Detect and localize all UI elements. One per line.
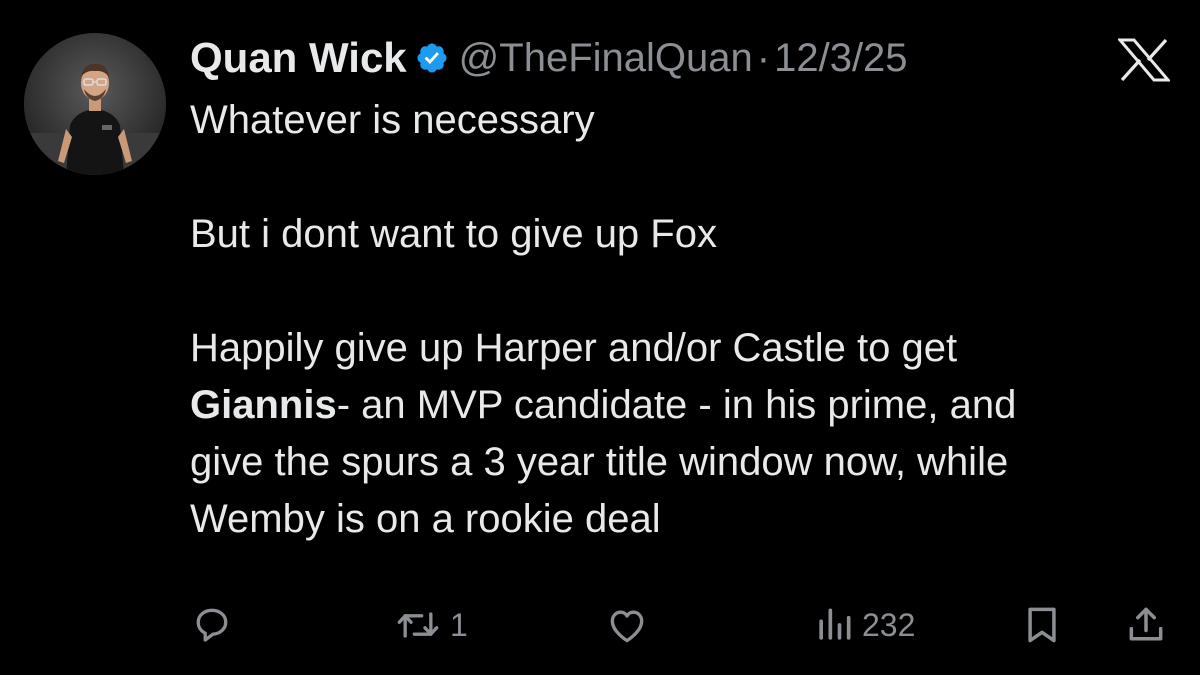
tweet-line-rest: - an MVP candidate - in his prime, and: [336, 383, 1017, 427]
views-button[interactable]: 232: [814, 600, 915, 650]
like-button[interactable]: [604, 600, 650, 650]
tweet-line: give the spurs a 3 year title window now…: [190, 440, 1009, 484]
retweet-arrows-icon: [397, 612, 439, 638]
tweet-line: Wemby is on a rookie deal: [190, 497, 661, 541]
author-name[interactable]: Quan Wick: [190, 34, 407, 82]
avatar-image: [24, 33, 166, 175]
tweet-line: But i dont want to give up Fox: [190, 212, 717, 256]
bold-mention: Giannis: [190, 383, 337, 427]
bookmark-button[interactable]: [1020, 600, 1064, 650]
upload-icon: [1129, 607, 1163, 641]
retweet-button[interactable]: 1: [394, 600, 468, 650]
bar-chart-icon: [819, 608, 851, 640]
retweet-count: 1: [450, 606, 468, 643]
speech-bubble-icon: [196, 608, 228, 642]
tweet-header: Quan Wick @TheFinalQuan · 12/3/25: [190, 30, 908, 86]
share-button[interactable]: [1124, 600, 1168, 650]
tweet-line: Whatever is necessary: [190, 98, 595, 142]
tweet-date[interactable]: 12/3/25: [774, 36, 907, 81]
x-logo-icon: [1116, 38, 1172, 82]
action-bar: 1 232: [0, 600, 1200, 650]
bookmark-icon: [1028, 607, 1056, 643]
separator-dot: ·: [756, 35, 771, 80]
tweet-line: Happily give up Harper and/or Castle to …: [190, 326, 958, 370]
reply-button[interactable]: [190, 600, 234, 650]
verified-badge-icon: [415, 41, 449, 75]
author-handle[interactable]: @TheFinalQuan: [459, 36, 753, 81]
views-count: 232: [862, 606, 916, 643]
tweet-line: Giannis- an MVP candidate - in his prime…: [190, 377, 1180, 434]
tweet-text: Whatever is necessary But i dont want to…: [190, 92, 1180, 548]
avatar[interactable]: [24, 33, 166, 175]
heart-icon: [610, 610, 644, 643]
